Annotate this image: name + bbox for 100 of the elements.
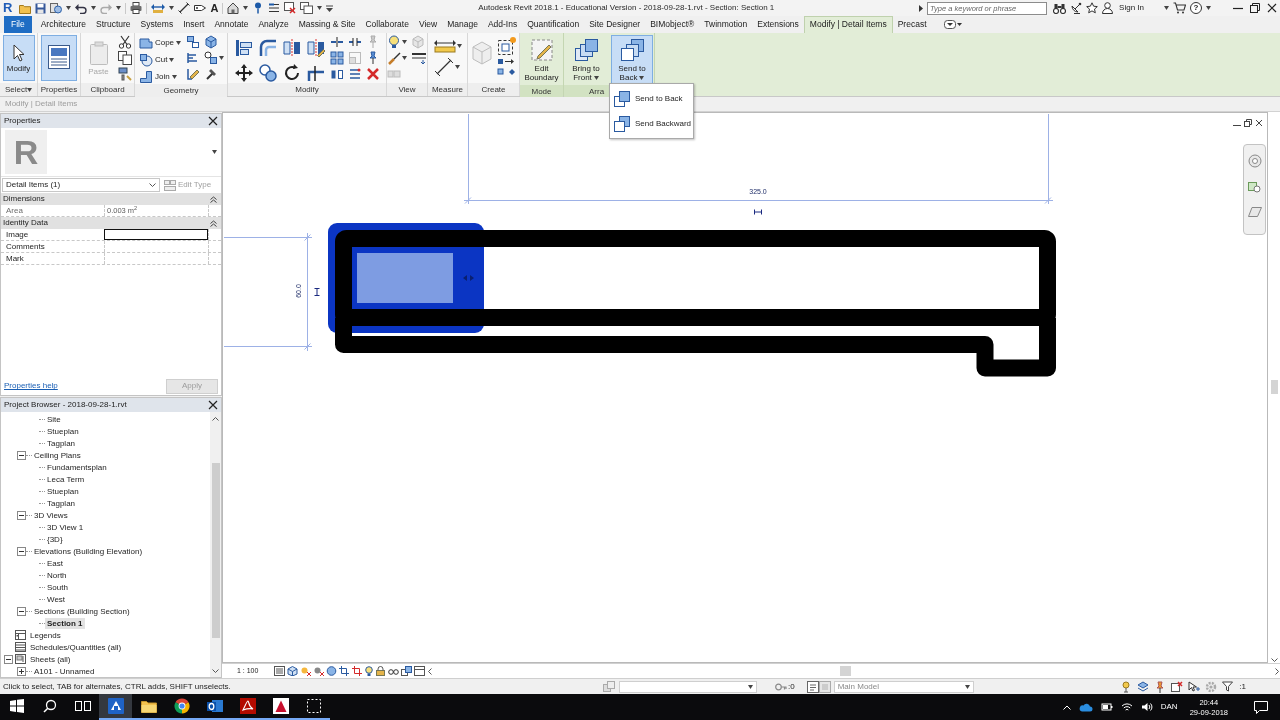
properties-help-link[interactable]: Properties help (4, 381, 58, 391)
hammer-icon[interactable] (204, 67, 219, 81)
ribbon-tab[interactable]: Precast (892, 16, 932, 33)
lock-icon[interactable] (375, 666, 387, 676)
glasses-icon[interactable] (388, 666, 400, 676)
shapes-arrows-icon[interactable] (496, 58, 517, 76)
ribbon-tab[interactable]: Structure (91, 16, 136, 33)
tree-item[interactable]: Schedules/Quantities (all) (28, 641, 124, 653)
diagonal-dimension-icon[interactable] (433, 57, 454, 77)
tree-item[interactable]: {3D} (45, 533, 65, 545)
tree-item[interactable]: Sections (Building Section) (32, 605, 132, 617)
scroll-left-icon[interactable] (427, 667, 433, 675)
circles-icon[interactable] (258, 63, 278, 83)
restore-icon[interactable] (1244, 119, 1252, 127)
ribbon-tab[interactable]: Systems (135, 16, 179, 33)
app-menu-button[interactable]: R (3, 0, 13, 16)
ribbon-tab[interactable]: Site Designer (584, 16, 646, 33)
cursor-move-icon[interactable] (1188, 680, 1201, 693)
sign-in-button[interactable]: Sign In (1117, 3, 1146, 13)
notification-icon[interactable] (1254, 700, 1268, 714)
scroll-up-icon[interactable] (212, 416, 219, 421)
move-arrows-icon[interactable] (234, 63, 254, 83)
ribbon-tab[interactable]: Insert (178, 16, 210, 33)
text-tool-button[interactable]: A (210, 2, 219, 14)
workset-field[interactable] (619, 680, 757, 693)
ribbon-tab[interactable]: File (4, 16, 32, 33)
layers-icon[interactable] (1137, 680, 1150, 693)
crop-icon[interactable] (352, 666, 364, 676)
chevron-up-icon[interactable] (1062, 704, 1071, 710)
pair-blocks-icon[interactable] (330, 67, 344, 81)
lines-box-icon[interactable] (274, 666, 286, 676)
minus-box-icon[interactable] (17, 510, 26, 520)
caret-icon[interactable] (116, 6, 122, 10)
close-icon[interactable] (1267, 3, 1277, 13)
brush-icon[interactable] (117, 67, 132, 81)
customize-icon[interactable] (326, 4, 334, 12)
filter-icon[interactable] (1222, 681, 1234, 692)
tree-item[interactable]: Fundamentsplan (45, 461, 109, 473)
drag-grip-icon[interactable] (463, 275, 474, 281)
bulb-icon[interactable] (387, 35, 401, 49)
type-selector-field[interactable]: Detail Items (1) (2, 178, 160, 192)
tree-item[interactable]: Sheets (all) (28, 653, 73, 665)
tree-item[interactable]: Ceiling Plans (32, 449, 83, 461)
parallelogram-icon[interactable] (1247, 206, 1262, 218)
copy-icon[interactable] (117, 51, 132, 65)
frame-icon[interactable] (414, 666, 426, 676)
windows-icon[interactable] (300, 2, 314, 14)
scrollbar-thumb[interactable] (840, 666, 852, 676)
wifi-icon[interactable] (1120, 702, 1133, 712)
caret-icon[interactable] (66, 6, 72, 10)
caret-icon[interactable] (91, 6, 97, 10)
cube-icon[interactable] (204, 35, 219, 49)
modify-button[interactable]: Modify (2, 35, 35, 81)
minus-box-icon[interactable] (17, 546, 26, 556)
mirrored-shapes-pencil-icon[interactable] (306, 38, 326, 58)
split-line-icon[interactable] (330, 35, 344, 49)
caret-icon[interactable] (1206, 6, 1211, 10)
line-weight-icon[interactable] (411, 51, 427, 65)
caret-icon[interactable] (402, 56, 407, 60)
gap-line-icon[interactable] (348, 35, 362, 49)
ribbon-tab[interactable]: Analyze (253, 16, 294, 33)
ruler-arrows-icon[interactable] (433, 39, 456, 53)
mirrored-shapes-icon[interactable] (282, 38, 302, 58)
user-icon[interactable] (1102, 2, 1114, 14)
ribbon-tab[interactable]: Quantification (522, 16, 585, 33)
tree-item[interactable]: A101 - Unnamed (32, 665, 97, 677)
round-pin-icon[interactable] (1120, 680, 1133, 693)
caret-icon[interactable] (169, 6, 175, 10)
corner-lines-icon[interactable] (306, 63, 326, 83)
tree-item[interactable]: 3D View 1 (45, 521, 86, 533)
select-menu-button[interactable]: Select (0, 83, 37, 96)
undo-icon[interactable] (75, 2, 88, 14)
expand-arrow-icon[interactable] (919, 4, 924, 12)
close-icon[interactable] (208, 116, 218, 126)
scroll-right-icon[interactable] (1275, 667, 1280, 675)
send-to-back-button[interactable]: Send to Back (611, 35, 653, 85)
edit-boundary-button[interactable]: Edit Boundary (520, 35, 563, 85)
ribbon-tab[interactable]: Massing & Site (293, 16, 361, 33)
plus-box-icon[interactable] (17, 666, 26, 676)
sun-icon[interactable] (313, 666, 325, 676)
ribbon-tab[interactable]: Twinmotion (699, 16, 753, 33)
battery-icon[interactable] (1100, 702, 1113, 712)
close-icon[interactable] (208, 400, 218, 410)
tree-item[interactable]: East (45, 557, 65, 569)
stacked-squares-icon[interactable] (401, 666, 413, 676)
grid-icon[interactable] (330, 51, 344, 65)
ribbon-tab[interactable]: Add-Ins (482, 16, 523, 33)
paintbrush-icon[interactable] (387, 51, 401, 65)
scrollbar-thumb[interactable] (1270, 380, 1278, 394)
ribbon-tab[interactable]: Collaborate (360, 16, 414, 33)
editable-icon[interactable] (806, 680, 819, 693)
ribbon-tab[interactable]: Extensions (752, 16, 804, 33)
tree-item[interactable]: Elevations (Building Elevation) (32, 545, 145, 557)
sphere-icon[interactable] (326, 666, 338, 676)
aligned-bars-icon[interactable] (234, 38, 254, 58)
ribbon-tab[interactable]: Annotate (209, 16, 254, 33)
dimension-grip-icon[interactable] (754, 209, 762, 215)
caret-icon[interactable] (456, 44, 462, 48)
dimension-grip-icon[interactable] (314, 288, 320, 296)
tree-item[interactable]: 3D Views (32, 509, 70, 521)
